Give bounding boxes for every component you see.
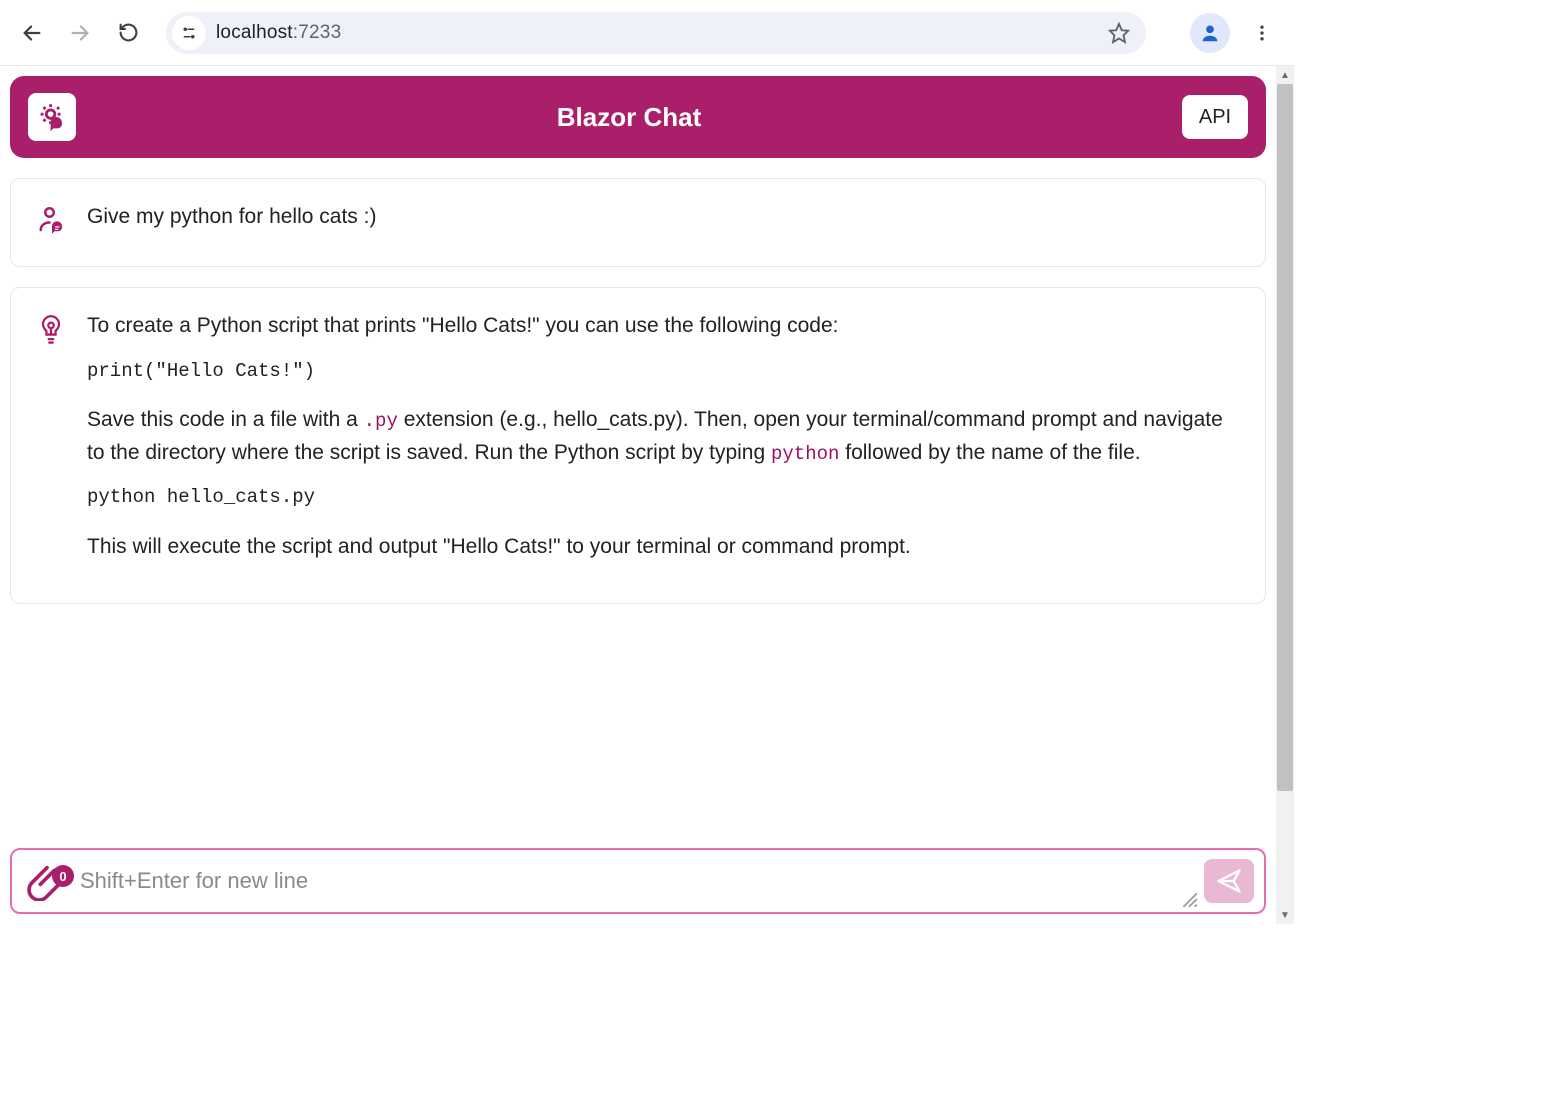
chat-input-bar: 0	[10, 848, 1266, 914]
assistant-p2: Save this code in a file with a .py exte…	[87, 404, 1239, 469]
person-icon	[1199, 22, 1221, 44]
browser-menu-button[interactable]	[1242, 13, 1282, 53]
profile-button[interactable]	[1190, 13, 1230, 53]
scroll-track[interactable]	[1276, 84, 1294, 906]
resize-grip-icon[interactable]	[1180, 890, 1198, 908]
reload-icon	[118, 22, 139, 43]
scroll-down-arrow[interactable]: ▼	[1276, 906, 1294, 924]
user-icon	[37, 205, 67, 240]
scroll-thumb[interactable]	[1277, 84, 1293, 791]
site-info-button[interactable]	[172, 16, 206, 50]
user-message-card: Give my python for hello cats :)	[10, 178, 1266, 267]
chat-text-input[interactable]	[80, 850, 1174, 912]
kebab-icon	[1252, 23, 1272, 43]
app-header: Blazor Chat API	[10, 76, 1266, 158]
settings-button[interactable]	[28, 93, 76, 141]
back-button[interactable]	[12, 13, 52, 53]
assistant-code-1: print("Hello Cats!")	[87, 357, 1239, 386]
app-title: Blazor Chat	[557, 102, 701, 133]
scroll-up-arrow[interactable]: ▲	[1276, 66, 1294, 84]
arrow-right-icon	[69, 22, 91, 44]
arrow-left-icon	[21, 22, 43, 44]
send-icon	[1215, 867, 1243, 895]
user-message-text: Give my python for hello cats :)	[87, 201, 1239, 234]
send-button[interactable]	[1204, 859, 1254, 903]
inline-code-python: python	[771, 443, 839, 465]
forward-button[interactable]	[60, 13, 100, 53]
browser-toolbar: localhost:7233	[0, 0, 1294, 66]
assistant-code-2: python hello_cats.py	[87, 483, 1239, 512]
address-bar[interactable]: localhost:7233	[166, 12, 1146, 54]
assistant-icon	[37, 314, 67, 351]
assistant-p3: This will execute the script and output …	[87, 531, 1239, 564]
attachment-button[interactable]: 0	[20, 857, 74, 905]
api-button[interactable]: API	[1182, 95, 1248, 139]
attachment-count-badge: 0	[52, 865, 74, 887]
url-text: localhost:7233	[216, 22, 341, 44]
gear-chat-icon	[35, 100, 69, 134]
star-icon	[1108, 22, 1130, 44]
vertical-scrollbar[interactable]: ▲ ▼	[1276, 66, 1294, 924]
reload-button[interactable]	[108, 13, 148, 53]
inline-code-py: .py	[364, 410, 398, 432]
assistant-p1: To create a Python script that prints "H…	[87, 310, 1239, 343]
tune-icon	[180, 24, 198, 42]
bookmark-button[interactable]	[1102, 16, 1136, 50]
assistant-message-card: To create a Python script that prints "H…	[10, 287, 1266, 604]
page-content: Blazor Chat API Give my python for hello…	[0, 66, 1276, 924]
